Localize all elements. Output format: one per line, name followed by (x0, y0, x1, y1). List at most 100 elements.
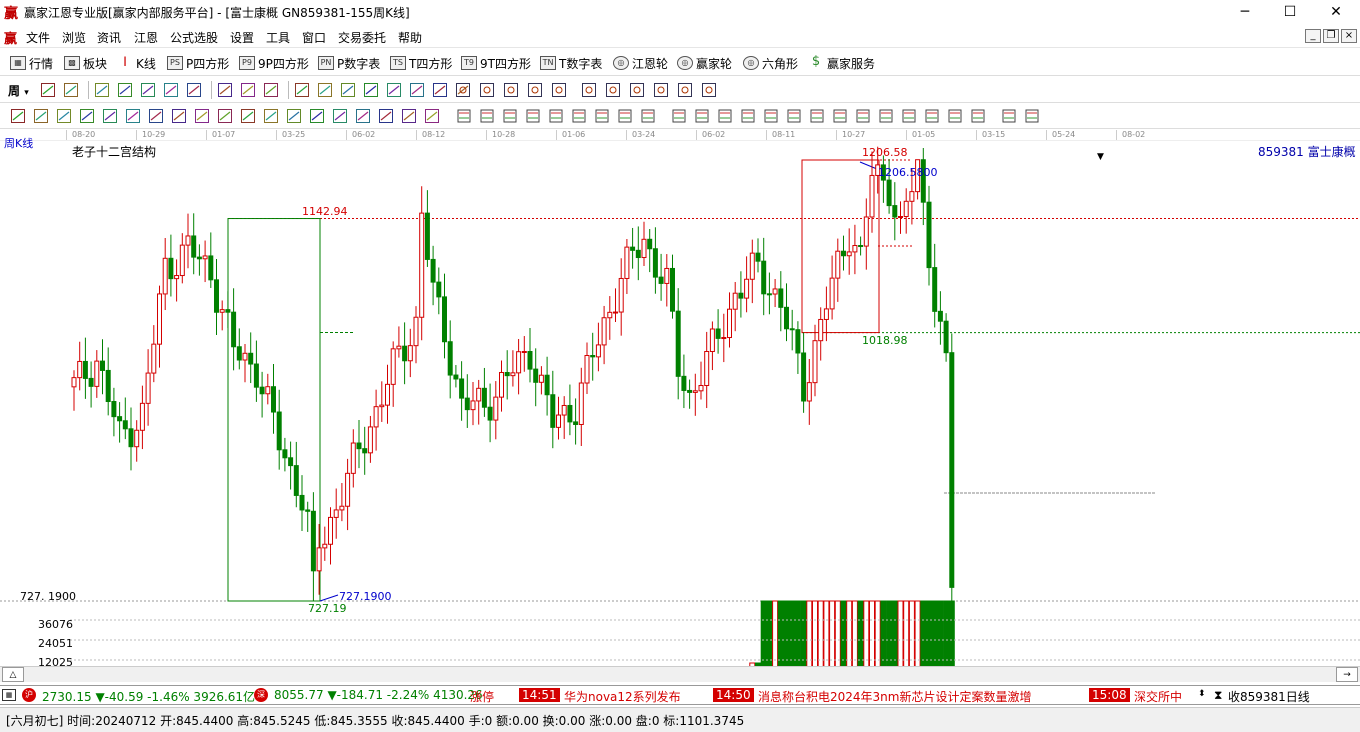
ticker-scroll-icon[interactable]: ⬍ (1198, 689, 1206, 699)
winner-wheel-button[interactable]: ◎ 赢家轮 (677, 54, 732, 72)
drawing-tool-18-icon[interactable] (401, 108, 417, 124)
hexagon-button[interactable]: ◎ 六角形 (743, 54, 798, 72)
indicator-tool-12-icon[interactable] (717, 108, 733, 124)
sh-index-quote[interactable]: 2730.15 ▼-40.59 -1.46% 3926.61亿 (42, 688, 255, 704)
indicator-tool-4-icon[interactable] (525, 108, 541, 124)
chart-tool-3-icon[interactable] (94, 82, 110, 98)
drawing-tool-5-icon[interactable] (102, 108, 118, 124)
drawing-tool-3-icon[interactable] (56, 108, 72, 124)
menu-info[interactable]: 资讯 (97, 29, 121, 46)
winner-service-button[interactable]: $ 赢家服务 (808, 54, 875, 72)
indicator-tool-2-icon[interactable] (479, 108, 495, 124)
sector-button[interactable]: ▩ 板块 (64, 54, 107, 72)
menu-browse[interactable]: 浏览 (62, 29, 86, 46)
minimize-button[interactable]: ─ (1222, 0, 1268, 24)
news-item-1[interactable]: 华为nova12系列发布 (564, 688, 681, 704)
menu-tools[interactable]: 工具 (266, 29, 290, 46)
indicator-tool-16-icon[interactable] (809, 108, 825, 124)
chart-tool-13-icon[interactable] (340, 82, 356, 98)
indicator-tool-23-icon[interactable] (970, 108, 986, 124)
chart-tool-2-icon[interactable] (63, 82, 79, 98)
indicator-tool-7-icon[interactable] (594, 108, 610, 124)
analysis-tool-11-icon[interactable] (701, 82, 717, 98)
p-square-button[interactable]: PS P四方形 (167, 54, 229, 72)
news-item-0[interactable]: 涨停 (470, 688, 494, 704)
drawing-tool-8-icon[interactable] (171, 108, 187, 124)
drawing-tool-14-icon[interactable] (309, 108, 325, 124)
indicator-tool-13-icon[interactable] (740, 108, 756, 124)
t-number-table-button[interactable]: TN T数字表 (540, 54, 602, 72)
indicator-tool-19-icon[interactable] (878, 108, 894, 124)
chart-tool-14-icon[interactable] (363, 82, 379, 98)
analysis-tool-2-icon[interactable] (479, 82, 495, 98)
chart-tool-17-icon[interactable] (432, 82, 448, 98)
chart-tool-16-icon[interactable] (409, 82, 425, 98)
calculator-icon[interactable]: ▦ (2, 689, 16, 701)
indicator-tool-6-icon[interactable] (571, 108, 587, 124)
indicator-tool-9-icon[interactable] (640, 108, 656, 124)
indicator-tool-3-icon[interactable] (502, 108, 518, 124)
chart-tool-8-icon[interactable] (217, 82, 233, 98)
indicator-tool-10-icon[interactable] (671, 108, 687, 124)
drawing-tool-10-icon[interactable] (217, 108, 233, 124)
indicator-tool-22-icon[interactable] (947, 108, 963, 124)
analysis-tool-6-icon[interactable] (581, 82, 597, 98)
9t-square-button[interactable]: T9 9T四方形 (461, 54, 531, 72)
analysis-tool-10-icon[interactable] (677, 82, 693, 98)
chart-tool-11-icon[interactable] (294, 82, 310, 98)
drawing-tool-9-icon[interactable] (194, 108, 210, 124)
drawing-tool-1-icon[interactable] (10, 108, 26, 124)
indicator-tool-21-icon[interactable] (924, 108, 940, 124)
menu-window[interactable]: 窗口 (302, 29, 326, 46)
indicator-tool-14-icon[interactable] (763, 108, 779, 124)
chart-tool-5-icon[interactable] (140, 82, 156, 98)
menu-settings[interactable]: 设置 (230, 29, 254, 46)
analysis-tool-7-icon[interactable] (605, 82, 621, 98)
chart-tool-10-icon[interactable] (263, 82, 279, 98)
chart-tool-12-icon[interactable] (317, 82, 333, 98)
drawing-tool-2-icon[interactable] (33, 108, 49, 124)
indicator-tool-20-icon[interactable] (901, 108, 917, 124)
drawing-tool-16-icon[interactable] (355, 108, 371, 124)
gann-wheel-button[interactable]: ◎ 江恩轮 (613, 54, 668, 72)
indicator-tool-5-icon[interactable] (548, 108, 564, 124)
mdi-close-button[interactable]: × (1341, 29, 1357, 43)
analysis-tool-5-icon[interactable] (551, 82, 567, 98)
drawing-tool-12-icon[interactable] (263, 108, 279, 124)
analysis-tool-9-icon[interactable] (653, 82, 669, 98)
menu-help[interactable]: 帮助 (398, 29, 422, 46)
p-number-table-button[interactable]: PN P数字表 (318, 54, 380, 72)
analysis-tool-8-icon[interactable] (629, 82, 645, 98)
analysis-tool-1-icon[interactable] (455, 82, 471, 98)
horizontal-scrollbar[interactable]: △ → (0, 666, 1360, 682)
chart-area[interactable]: 08-20 10-29 01-07 03-25 06-02 08-12 10-28 01-06… (0, 129, 1360, 684)
menu-formula[interactable]: 公式选股 (170, 29, 218, 46)
indicator-tool-11-icon[interactable] (694, 108, 710, 124)
quote-button[interactable]: ▦ 行情 (10, 54, 53, 72)
indicator-tool-25-icon[interactable] (1024, 108, 1040, 124)
indicator-tool-15-icon[interactable] (786, 108, 802, 124)
drawing-tool-17-icon[interactable] (378, 108, 394, 124)
menu-gann[interactable]: 江恩 (134, 29, 158, 46)
sz-index-quote[interactable]: 8055.77 ▼-184.71 -2.24% 4130.26 (274, 688, 483, 702)
drawing-tool-19-icon[interactable] (424, 108, 440, 124)
kline-chart[interactable]: 1206.581206.58001142.941018.98727.190072… (0, 129, 1360, 684)
mdi-minimize-button[interactable]: _ (1305, 29, 1321, 43)
news-item-3[interactable]: 深交所中 (1134, 688, 1182, 704)
drawing-tool-6-icon[interactable] (125, 108, 141, 124)
drawing-tool-4-icon[interactable] (79, 108, 95, 124)
drawing-tool-11-icon[interactable] (240, 108, 256, 124)
menu-file[interactable]: 文件 (26, 29, 50, 46)
ticker-right-text[interactable]: 收859381日线 (1228, 688, 1310, 704)
indicator-tool-8-icon[interactable] (617, 108, 633, 124)
chart-tool-15-icon[interactable] (386, 82, 402, 98)
indicator-tool-24-icon[interactable] (1001, 108, 1017, 124)
mdi-restore-button[interactable]: ❐ (1323, 29, 1339, 43)
maximize-button[interactable]: ☐ (1267, 0, 1313, 24)
9p-square-button[interactable]: P9 9P四方形 (239, 54, 309, 72)
chart-tool-7-icon[interactable] (186, 82, 202, 98)
chart-tool-9-icon[interactable] (240, 82, 256, 98)
scroll-left-icon[interactable]: △ (2, 667, 24, 682)
menu-trade[interactable]: 交易委托 (338, 29, 386, 46)
indicator-tool-18-icon[interactable] (855, 108, 871, 124)
